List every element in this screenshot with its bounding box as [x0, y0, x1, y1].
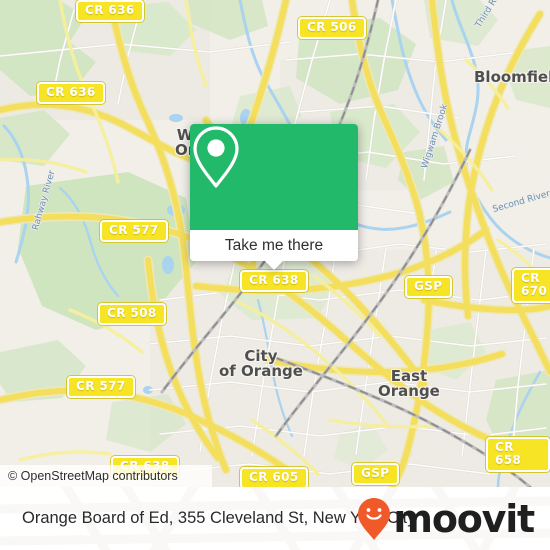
take-me-there-button[interactable]: Take me there — [190, 230, 358, 261]
road-shield-cr-605: CR 605 — [240, 467, 308, 487]
road-shield-cr-670: CR 670 — [512, 268, 550, 303]
location-address: Orange Board of Ed, 355 Cleveland St, Ne… — [22, 509, 416, 527]
road-shield-cr-638-mid: CR 638 — [240, 270, 308, 292]
road-shield-cr-636-top: CR 636 — [76, 0, 144, 22]
road-shield-cr-577-upper: CR 577 — [100, 220, 168, 242]
location-popup-card[interactable]: Take me there — [190, 124, 358, 270]
moovit-pin-smile-icon — [358, 497, 391, 540]
road-shield-cr-577-lower: CR 577 — [67, 376, 135, 398]
moovit-wordmark: moovit — [393, 496, 535, 541]
map-canvas[interactable]: .park{fill:#cfe5bf;} .park2{fill:#d9e9cb… — [0, 0, 550, 487]
osm-attribution[interactable]: © OpenStreetMap contributors — [0, 465, 212, 487]
road-shield-cr-508: CR 508 — [98, 303, 166, 325]
road-shield-gsp-low: GSP — [352, 463, 399, 485]
road-shield-cr-636-left: CR 636 — [37, 82, 105, 104]
road-shield-gsp-mid: GSP — [405, 276, 452, 298]
moovit-map-screenshot: .park{fill:#cfe5bf;} .park2{fill:#d9e9cb… — [0, 0, 550, 550]
road-shield-cr-658: CR 658 — [486, 437, 550, 472]
popup-pointer — [264, 260, 284, 270]
footer-bar: Orange Board of Ed, 355 Cleveland St, Ne… — [0, 487, 550, 550]
road-shield-cr-506: CR 506 — [298, 17, 366, 39]
osm-attribution-text: © OpenStreetMap contributors — [8, 469, 178, 483]
moovit-logo[interactable]: moovit — [357, 496, 535, 541]
popup-hero — [190, 124, 358, 230]
map-pin-icon — [193, 126, 239, 188]
